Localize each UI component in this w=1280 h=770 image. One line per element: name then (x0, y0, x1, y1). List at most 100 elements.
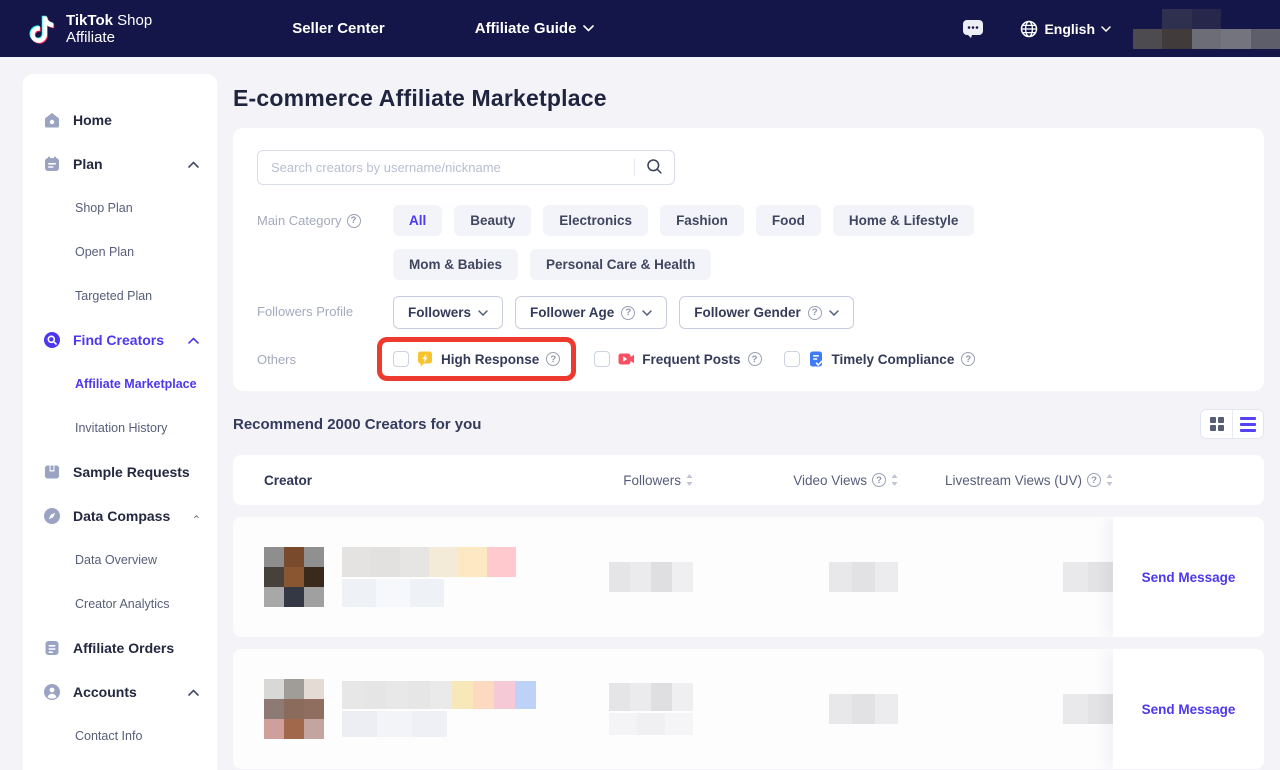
send-message-button[interactable]: Send Message (1142, 702, 1236, 717)
column-livestream-views[interactable]: Livestream Views (UV) ? (945, 473, 1113, 488)
category-chip-mom-babies[interactable]: Mom & Babies (393, 249, 518, 280)
help-icon[interactable]: ? (546, 352, 560, 366)
help-icon[interactable]: ? (347, 214, 361, 228)
help-icon[interactable]: ? (1087, 473, 1101, 487)
chevron-up-icon (194, 513, 199, 520)
sidebar-item-open-plan[interactable]: Open Plan (23, 230, 217, 274)
grid-view-icon[interactable] (1201, 410, 1232, 438)
help-icon[interactable]: ? (621, 306, 635, 320)
sidebar-item-label: Find Creators (73, 332, 164, 348)
chevron-down-icon (1101, 26, 1111, 32)
sort-icon[interactable] (1106, 474, 1113, 486)
search-input[interactable] (257, 150, 675, 185)
globe-icon (1020, 20, 1038, 38)
sidebar-item-data-compass[interactable]: Data Compass (23, 494, 217, 538)
redacted-livestream-views-value (1063, 694, 1113, 724)
app-root: TikTok Shop Affiliate Seller Center Affi… (0, 0, 1280, 770)
others-row: Others High Response ? Frequent Posts ? (257, 343, 1240, 375)
send-message-button[interactable]: Send Message (1142, 570, 1236, 585)
chevron-up-icon (188, 689, 199, 696)
category-chip-fashion[interactable]: Fashion (660, 205, 744, 236)
sidebar-item-label: Data Compass (73, 508, 170, 524)
sidebar-item-targeted-plan[interactable]: Targeted Plan (23, 274, 217, 318)
sidebar-item-label: Home (73, 112, 112, 128)
creator-row[interactable]: Send Message (233, 649, 1264, 769)
language-selector[interactable]: English (1020, 20, 1111, 38)
sort-icon[interactable] (686, 474, 693, 486)
high-response-checkbox-group[interactable]: High Response ? (393, 350, 560, 368)
sidebar-item-plan[interactable]: Plan (23, 142, 217, 186)
sidebar-item-data-overview[interactable]: Data Overview (23, 538, 217, 582)
sidebar-item-label: Accounts (73, 684, 137, 700)
sidebar: Home Plan Shop Plan Open Plan Targeted P… (23, 74, 217, 770)
sidebar-item-creator-analytics[interactable]: Creator Analytics (23, 582, 217, 626)
redacted-name-tags (342, 681, 536, 709)
list-view-icon[interactable] (1232, 410, 1263, 438)
category-chip-beauty[interactable]: Beauty (454, 205, 531, 236)
chat-bubble-icon[interactable] (962, 19, 984, 39)
red-annotation-box: High Response ? (377, 337, 576, 381)
sort-icon[interactable] (891, 474, 898, 486)
sidebar-item-find-creators[interactable]: Find Creators (23, 318, 217, 362)
category-chip-electronics[interactable]: Electronics (543, 205, 648, 236)
tiktok-note-icon (28, 12, 58, 46)
frequent-posts-checkbox[interactable] (594, 351, 610, 367)
sidebar-item-affiliate-marketplace[interactable]: Affiliate Marketplace (23, 362, 217, 406)
chevron-down-icon (478, 310, 488, 316)
sidebar-item-accounts[interactable]: Accounts (23, 670, 217, 714)
search-icon[interactable] (646, 158, 663, 175)
category-chip-home-lifestyle[interactable]: Home & Lifestyle (833, 205, 975, 236)
column-video-views[interactable]: Video Views ? (793, 473, 898, 488)
high-response-checkbox[interactable] (393, 351, 409, 367)
sidebar-item-shop-plan[interactable]: Shop Plan (23, 186, 217, 230)
category-chip-food[interactable]: Food (756, 205, 821, 236)
brand-logo[interactable]: TikTok Shop Affiliate (28, 12, 152, 46)
main-category-row: Main Category ? All Beauty Electronics F… (257, 205, 1240, 280)
category-chip-personal-care-health[interactable]: Personal Care & Health (530, 249, 711, 280)
sidebar-item-affiliate-orders[interactable]: Affiliate Orders (23, 626, 217, 670)
sidebar-item-sample-requests[interactable]: Sample Requests (23, 450, 217, 494)
top-navbar: TikTok Shop Affiliate Seller Center Affi… (0, 0, 1280, 57)
chevron-down-icon (642, 310, 652, 316)
find-creators-icon (43, 331, 61, 349)
timely-compliance-checkbox-group[interactable]: Timely Compliance ? (784, 350, 976, 368)
chevron-down-icon (583, 25, 594, 32)
followers-profile-row: Followers Profile Followers Follower Age… (257, 296, 1240, 329)
follower-gender-dropdown[interactable]: Follower Gender ? (679, 296, 854, 329)
page-title: E-commerce Affiliate Marketplace (233, 85, 1264, 112)
view-toggle (1200, 409, 1264, 439)
sidebar-item-invitation-history[interactable]: Invitation History (23, 406, 217, 450)
creator-row[interactable]: Send Message (233, 517, 1264, 637)
follower-age-dropdown[interactable]: Follower Age ? (515, 296, 667, 329)
sidebar-item-label: Plan (73, 156, 103, 172)
column-followers[interactable]: Followers (623, 473, 693, 488)
brand-text: TikTok Shop Affiliate (66, 12, 152, 46)
help-icon[interactable]: ? (748, 352, 762, 366)
nav-link-affiliate-guide[interactable]: Affiliate Guide (475, 20, 595, 37)
redacted-followers-value (609, 562, 693, 592)
redacted-subtext (342, 711, 536, 737)
help-icon[interactable]: ? (808, 306, 822, 320)
frequent-posts-checkbox-group[interactable]: Frequent Posts ? (594, 350, 761, 368)
column-creator: Creator (264, 473, 553, 488)
sidebar-item-contact-info[interactable]: Contact Info (23, 714, 217, 758)
nav-link-seller-center[interactable]: Seller Center (292, 20, 385, 37)
help-icon[interactable]: ? (872, 473, 886, 487)
redacted-creator-info (342, 681, 536, 737)
redacted-video-views-value (829, 694, 898, 724)
redacted-avatar (264, 547, 324, 607)
navbar-right: English (962, 9, 1280, 49)
search-box (257, 150, 675, 185)
redacted-account-info[interactable] (1133, 9, 1280, 49)
help-icon[interactable]: ? (961, 352, 975, 366)
followers-dropdown[interactable]: Followers (393, 296, 503, 329)
sidebar-item-label: Affiliate Orders (73, 640, 174, 656)
others-label: Others (257, 344, 393, 375)
category-chip-all[interactable]: All (393, 205, 442, 236)
search-divider (634, 159, 635, 176)
redacted-subtext (342, 579, 516, 607)
redacted-followers-value (609, 683, 693, 735)
followers-profile-label: Followers Profile (257, 296, 393, 327)
timely-compliance-checkbox[interactable] (784, 351, 800, 367)
sidebar-item-home[interactable]: Home (23, 98, 217, 142)
